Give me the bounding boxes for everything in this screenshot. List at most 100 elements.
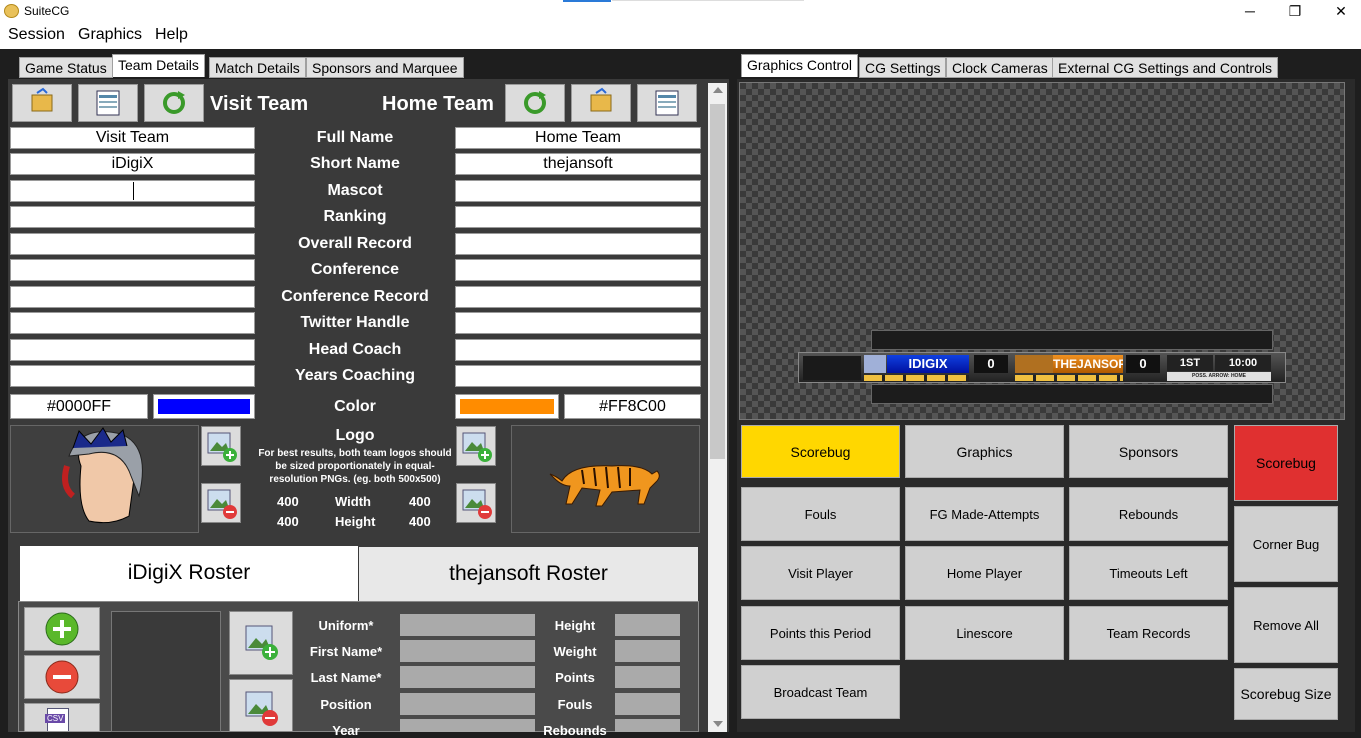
roster-input-3[interactable] bbox=[400, 693, 535, 715]
home-add-logo-button[interactable] bbox=[456, 426, 496, 466]
home-remove-logo-button[interactable] bbox=[456, 483, 496, 523]
roster-input-1[interactable] bbox=[400, 640, 535, 662]
label-conference: Conference bbox=[310, 261, 400, 278]
home-field-twitter-handle[interactable] bbox=[455, 312, 701, 334]
scorebug-toggle-button[interactable]: Scorebug bbox=[1234, 425, 1338, 501]
roster-stat-input-2[interactable] bbox=[615, 666, 680, 688]
scroll-up-arrow[interactable] bbox=[713, 87, 723, 93]
roster-label-4: Year bbox=[332, 723, 360, 738]
home-color-hex-input[interactable]: #FF8C00 bbox=[564, 394, 701, 419]
roster-input-0[interactable] bbox=[400, 614, 535, 636]
home-player-button[interactable]: Home Player bbox=[905, 546, 1064, 600]
tab-visit-roster[interactable]: iDigiX Roster bbox=[20, 546, 358, 602]
home-field-conference-record[interactable] bbox=[455, 286, 701, 308]
roster-input-4[interactable] bbox=[400, 719, 535, 732]
tab-sponsors-marquee[interactable]: Sponsors and Marquee bbox=[306, 57, 464, 78]
roster-stat-input-0[interactable] bbox=[615, 614, 680, 636]
home-open-button[interactable] bbox=[571, 84, 631, 122]
home-field-overall-record[interactable] bbox=[455, 233, 701, 255]
fouls-button[interactable]: Fouls bbox=[741, 487, 900, 541]
home-field-years-coaching[interactable] bbox=[455, 365, 701, 387]
team-records-button[interactable]: Team Records bbox=[1069, 606, 1228, 660]
rebounds-button[interactable]: Rebounds bbox=[1069, 487, 1228, 541]
visit-field-ranking[interactable] bbox=[10, 206, 255, 228]
corner-bug-button[interactable]: Corner Bug bbox=[1234, 506, 1338, 582]
tab-external-cg[interactable]: External CG Settings and Controls bbox=[1052, 57, 1278, 78]
tab-clock-cameras[interactable]: Clock Cameras bbox=[946, 57, 1054, 78]
menu-help[interactable]: Help bbox=[155, 26, 188, 44]
home-field-full-name[interactable]: Home Team bbox=[455, 127, 701, 149]
scorebug-home-name: THEJANSOFT bbox=[1053, 357, 1123, 371]
tab-team-details[interactable]: Team Details bbox=[112, 54, 205, 77]
app-logo-icon bbox=[4, 4, 19, 18]
tab-game-status[interactable]: Game Status bbox=[19, 57, 113, 78]
spartan-logo-image bbox=[62, 427, 143, 524]
roster-stat-label-1: Weight bbox=[553, 644, 597, 659]
tab-cg-settings[interactable]: CG Settings bbox=[859, 57, 947, 78]
roster-input-2[interactable] bbox=[400, 666, 535, 688]
left-scrollbar[interactable] bbox=[708, 83, 727, 732]
visit-add-logo-button[interactable] bbox=[201, 426, 241, 466]
visit-player-button[interactable]: Visit Player bbox=[741, 546, 900, 600]
remove-image-icon bbox=[207, 489, 237, 519]
visit-open-button[interactable] bbox=[12, 84, 72, 122]
tab-match-details[interactable]: Match Details bbox=[209, 57, 306, 78]
roster-label-2: Last Name* bbox=[310, 670, 382, 685]
scorebug-size-button[interactable]: Scorebug Size bbox=[1234, 668, 1338, 720]
visit-color-hex-input[interactable]: #0000FF bbox=[10, 394, 148, 419]
home-field-conference[interactable] bbox=[455, 259, 701, 281]
visit-field-overall-record[interactable] bbox=[10, 233, 255, 255]
restore-button[interactable]: ❐ bbox=[1272, 0, 1318, 23]
menu-graphics[interactable]: Graphics bbox=[78, 26, 142, 44]
visit-field-full-name[interactable]: Visit Team bbox=[10, 127, 255, 149]
visit-field-conference-record[interactable] bbox=[10, 286, 255, 308]
home-color-swatch[interactable] bbox=[455, 394, 559, 419]
roster-stat-input-3[interactable] bbox=[615, 693, 680, 715]
home-field-mascot[interactable] bbox=[455, 180, 701, 202]
home-field-ranking[interactable] bbox=[455, 206, 701, 228]
import-csv-button[interactable]: CSV bbox=[24, 703, 100, 732]
visit-remove-logo-button[interactable] bbox=[201, 483, 241, 523]
roster-stat-input-4[interactable] bbox=[615, 719, 680, 732]
close-button[interactable]: ✕ bbox=[1318, 0, 1361, 23]
visit-foul-bar bbox=[864, 375, 969, 381]
home-save-button[interactable] bbox=[637, 84, 697, 122]
linescore-button[interactable]: Linescore bbox=[905, 606, 1064, 660]
minimize-button[interactable]: ─ bbox=[1227, 0, 1273, 23]
visit-refresh-button[interactable] bbox=[144, 84, 204, 122]
visit-save-button[interactable] bbox=[78, 84, 138, 122]
add-player-photo-button[interactable] bbox=[229, 611, 293, 675]
home-logo-mini bbox=[1015, 355, 1053, 373]
visit-field-conference[interactable] bbox=[10, 259, 255, 281]
remove-player-photo-button[interactable] bbox=[229, 679, 293, 732]
visit-field-short-name[interactable]: iDigiX bbox=[10, 153, 255, 175]
timeouts-left-button[interactable]: Timeouts Left bbox=[1069, 546, 1228, 600]
label-overall-record: Overall Record bbox=[298, 235, 412, 252]
graphics-tab-button[interactable]: Graphics bbox=[905, 425, 1064, 478]
visit-field-years-coaching[interactable] bbox=[10, 365, 255, 387]
home-field-head-coach[interactable] bbox=[455, 339, 701, 361]
visit-field-twitter-handle[interactable] bbox=[10, 312, 255, 334]
remove-all-button[interactable]: Remove All bbox=[1234, 587, 1338, 663]
visit-width-value: 400 bbox=[277, 494, 299, 509]
visit-color-swatch[interactable] bbox=[153, 394, 255, 419]
tab-graphics-control[interactable]: Graphics Control bbox=[741, 54, 859, 77]
home-refresh-button[interactable] bbox=[505, 84, 565, 122]
visit-field-head-coach[interactable] bbox=[10, 339, 255, 361]
save-sheet-icon bbox=[655, 90, 679, 116]
broadcast-team-button[interactable]: Broadcast Team bbox=[741, 665, 900, 719]
scorebug-tab-button[interactable]: Scorebug bbox=[741, 425, 900, 478]
sponsors-tab-button[interactable]: Sponsors bbox=[1069, 425, 1228, 478]
menu-session[interactable]: Session bbox=[8, 26, 65, 44]
home-field-short-name[interactable]: thejansoft bbox=[455, 153, 701, 175]
scroll-thumb[interactable] bbox=[710, 104, 725, 459]
scroll-down-arrow[interactable] bbox=[713, 721, 723, 727]
player-list[interactable] bbox=[111, 611, 221, 732]
add-player-button[interactable] bbox=[24, 607, 100, 651]
tab-home-roster[interactable]: thejansoft Roster bbox=[359, 547, 698, 603]
remove-player-button[interactable] bbox=[24, 655, 100, 699]
refresh-icon bbox=[163, 91, 185, 114]
points-this-period-button[interactable]: Points this Period bbox=[741, 606, 900, 660]
fg-made-attempts-button[interactable]: FG Made-Attempts bbox=[905, 487, 1064, 541]
roster-stat-input-1[interactable] bbox=[615, 640, 680, 662]
